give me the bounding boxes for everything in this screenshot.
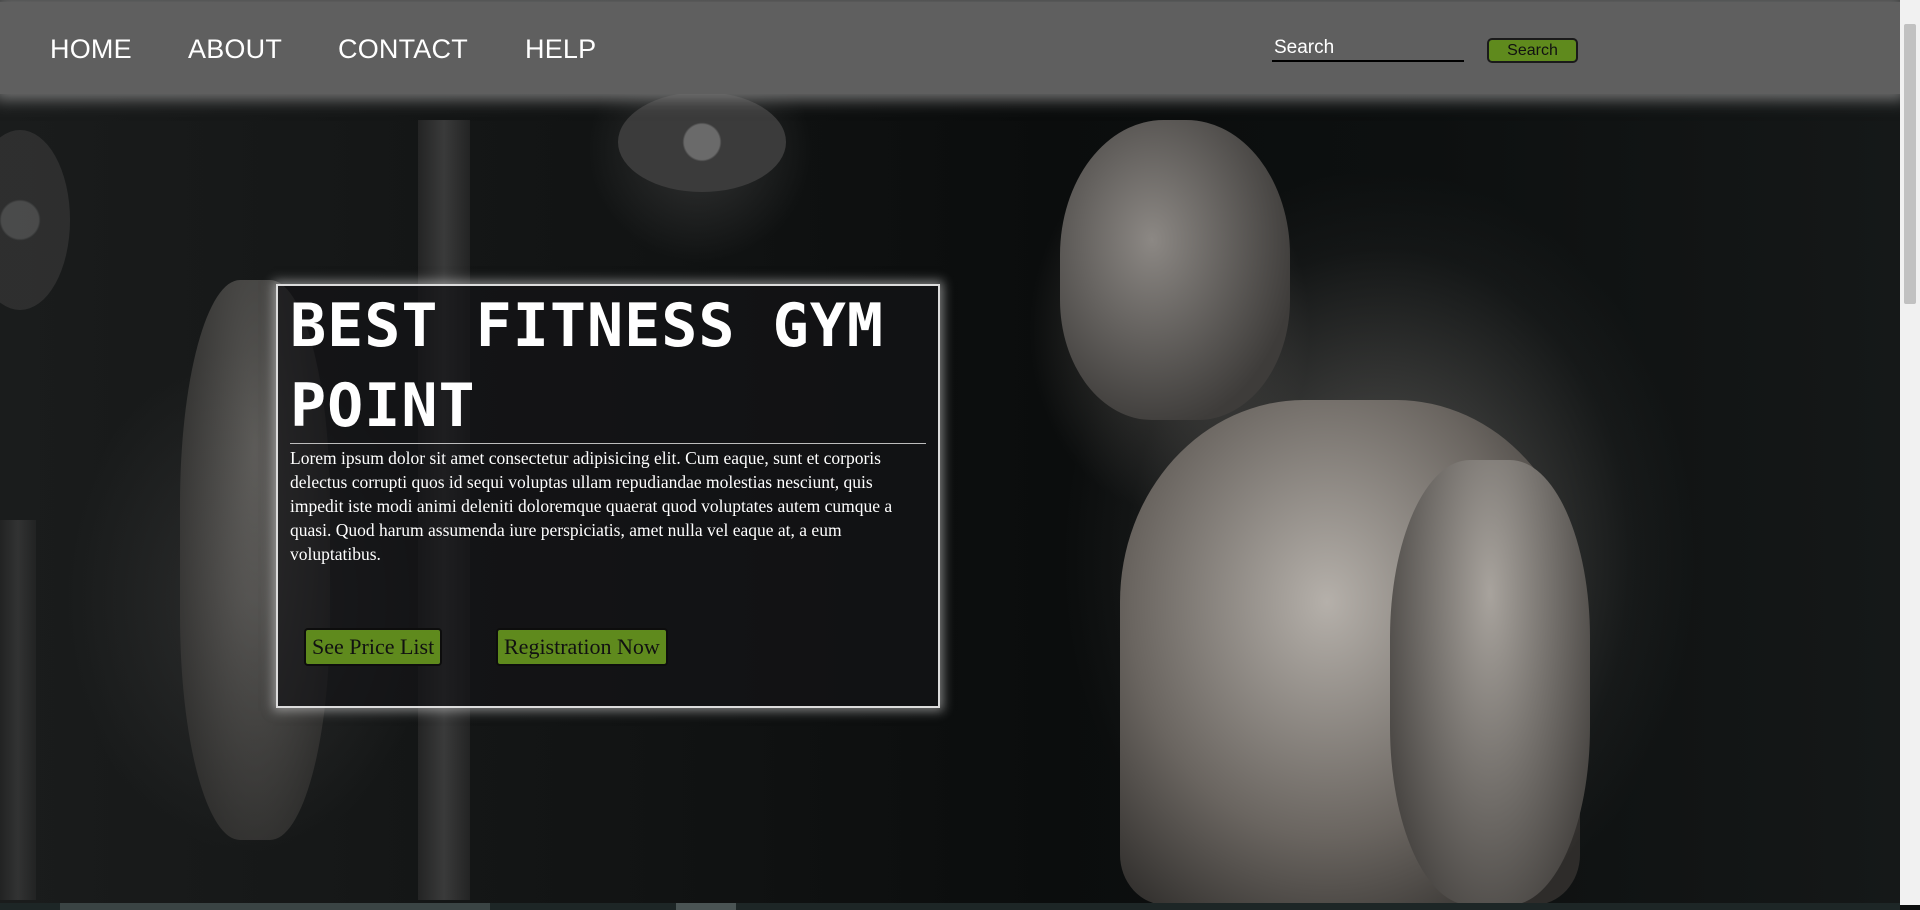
vertical-scrollbar-thumb[interactable] (1904, 24, 1916, 304)
nav-home-link[interactable]: HOME (50, 34, 132, 65)
athlete-arm (1390, 460, 1590, 905)
athlete-head (1060, 120, 1290, 420)
nav-about-link[interactable]: ABOUT (188, 34, 282, 65)
hero-description: Lorem ipsum dolor sit amet consectetur a… (290, 448, 893, 564)
nav-help-link[interactable]: HELP (525, 34, 596, 65)
hero-divider (290, 443, 926, 444)
weight-plate (618, 92, 786, 192)
horizontal-scrollbar-thumb[interactable] (60, 903, 490, 910)
top-navbar: HOME ABOUT CONTACT HELP Search (0, 2, 1900, 94)
hero-card: BEST FITNESS GYM POINT Lorem ipsum dolor… (276, 284, 940, 708)
weight-plate (0, 130, 70, 310)
see-price-list-button[interactable]: See Price List (304, 628, 443, 666)
search-button[interactable]: Search (1487, 38, 1578, 63)
horizontal-scrollbar-marker (676, 903, 736, 910)
hero-title: BEST FITNESS GYM POINT (290, 291, 884, 441)
gym-pillar (0, 520, 36, 900)
vertical-scrollbar[interactable] (1900, 0, 1920, 905)
horizontal-scrollbar[interactable] (0, 903, 1900, 910)
registration-now-button[interactable]: Registration Now (496, 628, 668, 666)
nav-contact-link[interactable]: CONTACT (338, 34, 468, 65)
search-input[interactable] (1272, 36, 1464, 62)
